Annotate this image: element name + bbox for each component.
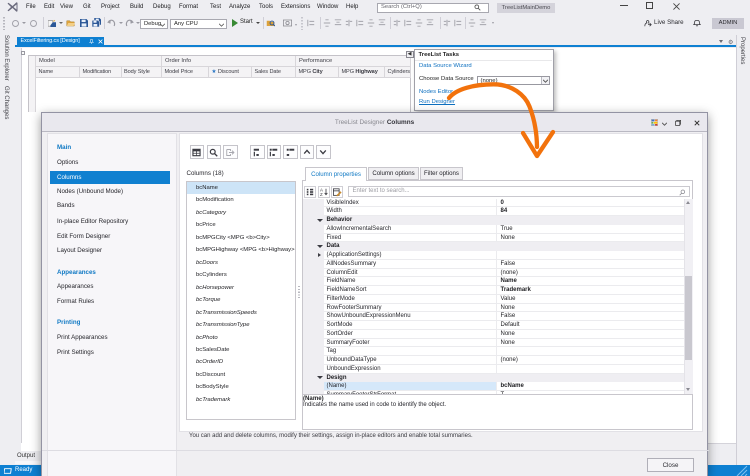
svg-text:Z: Z bbox=[320, 192, 323, 196]
